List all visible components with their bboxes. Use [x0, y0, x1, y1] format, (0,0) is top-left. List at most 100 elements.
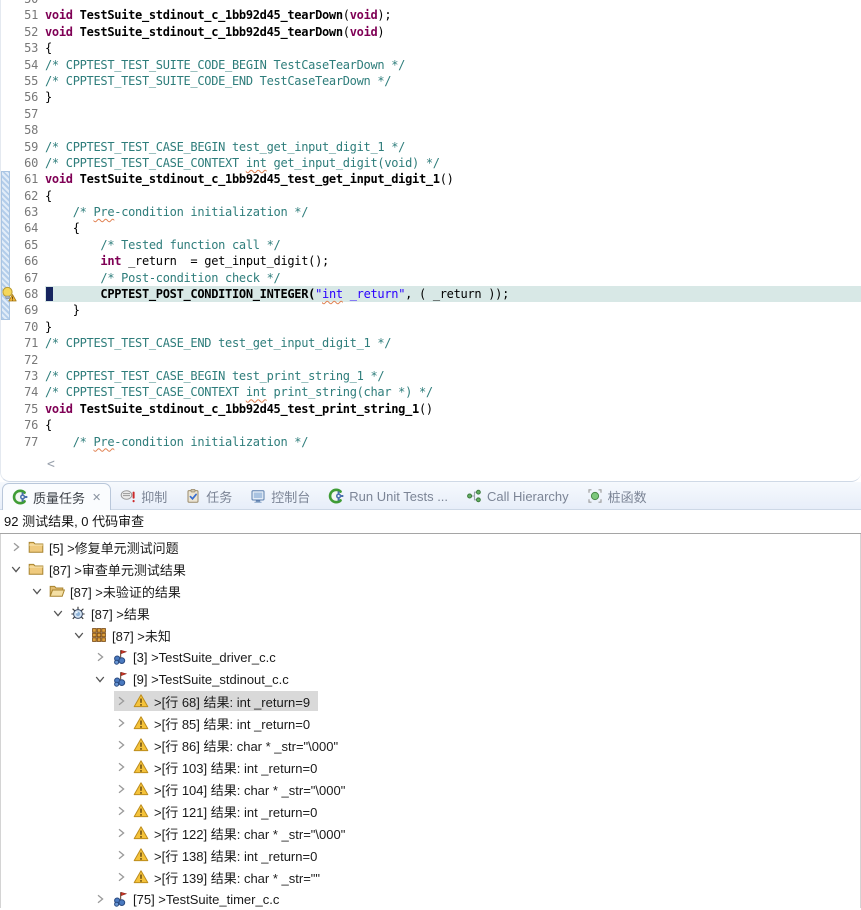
tree-item-content[interactable]: >[行 104] 结果: char * _str="\000" — [114, 779, 353, 799]
chevron-right-icon[interactable] — [9, 540, 23, 554]
results-tree[interactable]: [5] >修复单元测试问题[87] >审查单元测试结果[87] >未验证的结果[… — [0, 534, 861, 908]
tree-item-content[interactable]: >[行 121] 结果: int _return=0 — [114, 801, 325, 821]
code-text[interactable] — [45, 352, 861, 368]
chevron-right-icon[interactable] — [114, 716, 128, 730]
tree-item[interactable]: >[行 68] 结果: int _return=9 — [1, 690, 860, 712]
code-line[interactable]: 59/* CPPTEST_TEST_CASE_BEGIN test_get_in… — [1, 139, 861, 155]
chevron-right-icon[interactable] — [114, 694, 128, 708]
chevron-down-icon[interactable] — [93, 672, 107, 686]
code-line[interactable]: 53{ — [1, 40, 861, 56]
tree-item-content[interactable]: [87] >未验证的结果 — [30, 581, 189, 601]
code-line[interactable]: 62{ — [1, 188, 861, 204]
tab-console[interactable]: 控制台 — [241, 483, 319, 509]
code-line[interactable]: 66 int _return = get_input_digit(); — [1, 253, 861, 269]
quickfix-lightbulb-icon[interactable] — [1, 286, 17, 302]
code-text[interactable]: /* CPPTEST_TEST_CASE_BEGIN test_get_inpu… — [45, 139, 861, 155]
code-line[interactable]: 56} — [1, 89, 861, 105]
tree-item[interactable]: [75] >TestSuite_timer_c.c — [1, 888, 860, 908]
tree-item-content[interactable]: >[行 85] 结果: int _return=0 — [114, 713, 318, 733]
code-text[interactable]: } — [45, 319, 861, 335]
tree-item[interactable]: >[行 122] 结果: char * _str="\000" — [1, 822, 860, 844]
tree-item[interactable]: [87] >未知 — [1, 624, 860, 646]
code-line[interactable]: 60/* CPPTEST_TEST_CASE_CONTEXT int get_i… — [1, 155, 861, 171]
code-line[interactable]: 69 } — [1, 302, 861, 318]
chevron-right-icon[interactable] — [114, 870, 128, 884]
tree-item-content[interactable]: >[行 86] 结果: char * _str="\000" — [114, 735, 346, 755]
chevron-right-icon[interactable] — [114, 848, 128, 862]
tree-item[interactable]: [9] >TestSuite_stdinout_c.c — [1, 668, 860, 690]
code-text[interactable]: /* CPPTEST_TEST_CASE_CONTEXT int get_inp… — [45, 155, 861, 171]
code-line[interactable]: 52void TestSuite_stdinout_c_1bb92d45_tea… — [1, 24, 861, 40]
tree-item-content[interactable]: >[行 138] 结果: int _return=0 — [114, 845, 325, 865]
tree-item[interactable]: >[行 104] 结果: char * _str="\000" — [1, 778, 860, 800]
chevron-right-icon[interactable] — [93, 892, 107, 906]
tree-item[interactable]: >[行 139] 结果: char * _str="" — [1, 866, 860, 888]
tree-item-content[interactable]: [87] >未知 — [72, 625, 179, 645]
code-text[interactable] — [45, 122, 861, 138]
tree-item[interactable]: [3] >TestSuite_driver_c.c — [1, 646, 860, 668]
tree-item-content[interactable]: [5] >修复单元测试问题 — [9, 537, 187, 557]
tree-item-content[interactable]: [87] >结果 — [51, 603, 158, 623]
code-line[interactable]: 58 — [1, 122, 861, 138]
code-text[interactable]: /* CPPTEST_TEST_SUITE_CODE_BEGIN TestCas… — [45, 57, 861, 73]
chevron-right-icon[interactable] — [114, 804, 128, 818]
code-text[interactable]: { — [45, 417, 861, 433]
tree-item-content[interactable]: [75] >TestSuite_timer_c.c — [93, 889, 287, 908]
chevron-right-icon[interactable] — [114, 826, 128, 840]
code-text[interactable]: void TestSuite_stdinout_c_1bb92d45_tearD… — [45, 24, 861, 40]
tree-item[interactable]: [87] >审查单元测试结果 — [1, 558, 860, 580]
tree-item-content[interactable]: [87] >审查单元测试结果 — [9, 559, 194, 579]
code-line[interactable]: 55/* CPPTEST_TEST_SUITE_CODE_END TestCas… — [1, 73, 861, 89]
code-text[interactable]: void TestSuite_stdinout_c_1bb92d45_tearD… — [45, 7, 861, 23]
tree-item-content[interactable]: >[行 122] 结果: char * _str="\000" — [114, 823, 353, 843]
tree-item-content[interactable]: [3] >TestSuite_driver_c.c — [93, 647, 284, 667]
tab-call-hierarchy[interactable]: Call Hierarchy — [457, 483, 578, 509]
code-text[interactable]: } — [45, 89, 861, 105]
code-line[interactable]: 72 — [1, 352, 861, 368]
code-text[interactable]: /* Pre-condition initialization */ — [45, 204, 861, 220]
code-line[interactable]: 77 /* Pre-condition initialization */ — [1, 434, 861, 450]
close-icon[interactable]: ✕ — [90, 491, 101, 504]
tree-item[interactable]: [5] >修复单元测试问题 — [1, 536, 860, 558]
tree-item[interactable]: >[行 138] 结果: int _return=0 — [1, 844, 860, 866]
tree-item[interactable]: >[行 121] 结果: int _return=0 — [1, 800, 860, 822]
code-text[interactable] — [45, 0, 861, 7]
tab-suppressions[interactable]: 抑制 — [111, 483, 176, 509]
code-line[interactable]: 57 — [1, 106, 861, 122]
tree-item-content[interactable]: >[行 68] 结果: int _return=9 — [114, 691, 318, 711]
tab-stub-functions[interactable]: 桩函数 — [578, 483, 656, 509]
code-editor[interactable]: 5051void TestSuite_stdinout_c_1bb92d45_t… — [0, 0, 861, 482]
code-text[interactable]: CPPTEST_POST_CONDITION_INTEGER("int _ret… — [45, 286, 861, 302]
tab-quality-tasks[interactable]: 质量任务✕ — [2, 483, 111, 510]
code-text[interactable]: } — [45, 302, 861, 318]
code-line[interactable]: 71/* CPPTEST_TEST_CASE_END test_get_inpu… — [1, 335, 861, 351]
tab-run-unit-tests[interactable]: Run Unit Tests ... — [319, 483, 457, 509]
code-line[interactable]: 50 — [1, 0, 861, 7]
code-line[interactable]: 70} — [1, 319, 861, 335]
code-line[interactable]: 64 { — [1, 220, 861, 236]
tree-item[interactable]: >[行 103] 结果: int _return=0 — [1, 756, 860, 778]
horizontal-scrollbar[interactable]: < — [1, 455, 861, 479]
chevron-down-icon[interactable] — [9, 562, 23, 576]
code-text[interactable]: /* CPPTEST_TEST_SUITE_CODE_END TestCaseT… — [45, 73, 861, 89]
tree-item[interactable]: [87] >结果 — [1, 602, 860, 624]
code-text[interactable]: { — [45, 220, 861, 236]
code-text[interactable]: /* Pre-condition initialization */ — [45, 434, 861, 450]
code-line[interactable]: 63 /* Pre-condition initialization */ — [1, 204, 861, 220]
code-line[interactable]: 74/* CPPTEST_TEST_CASE_CONTEXT int print… — [1, 384, 861, 400]
scroll-left-icon[interactable]: < — [47, 457, 55, 472]
tree-item[interactable]: [87] >未验证的结果 — [1, 580, 860, 602]
code-line[interactable]: 65 /* Tested function call */ — [1, 237, 861, 253]
code-text[interactable]: void TestSuite_stdinout_c_1bb92d45_test_… — [45, 171, 861, 187]
code-line[interactable]: 68 CPPTEST_POST_CONDITION_INTEGER("int _… — [1, 286, 861, 302]
tree-item-content[interactable]: >[行 103] 结果: int _return=0 — [114, 757, 325, 777]
chevron-down-icon[interactable] — [51, 606, 65, 620]
code-text[interactable]: /* Tested function call */ — [45, 237, 861, 253]
code-text[interactable] — [45, 106, 861, 122]
tree-item-content[interactable]: [9] >TestSuite_stdinout_c.c — [93, 669, 297, 689]
code-text[interactable]: { — [45, 188, 861, 204]
code-line[interactable]: 76{ — [1, 417, 861, 433]
code-line[interactable]: 73/* CPPTEST_TEST_CASE_BEGIN test_print_… — [1, 368, 861, 384]
chevron-right-icon[interactable] — [114, 738, 128, 752]
tab-tasks[interactable]: 任务 — [176, 483, 241, 509]
